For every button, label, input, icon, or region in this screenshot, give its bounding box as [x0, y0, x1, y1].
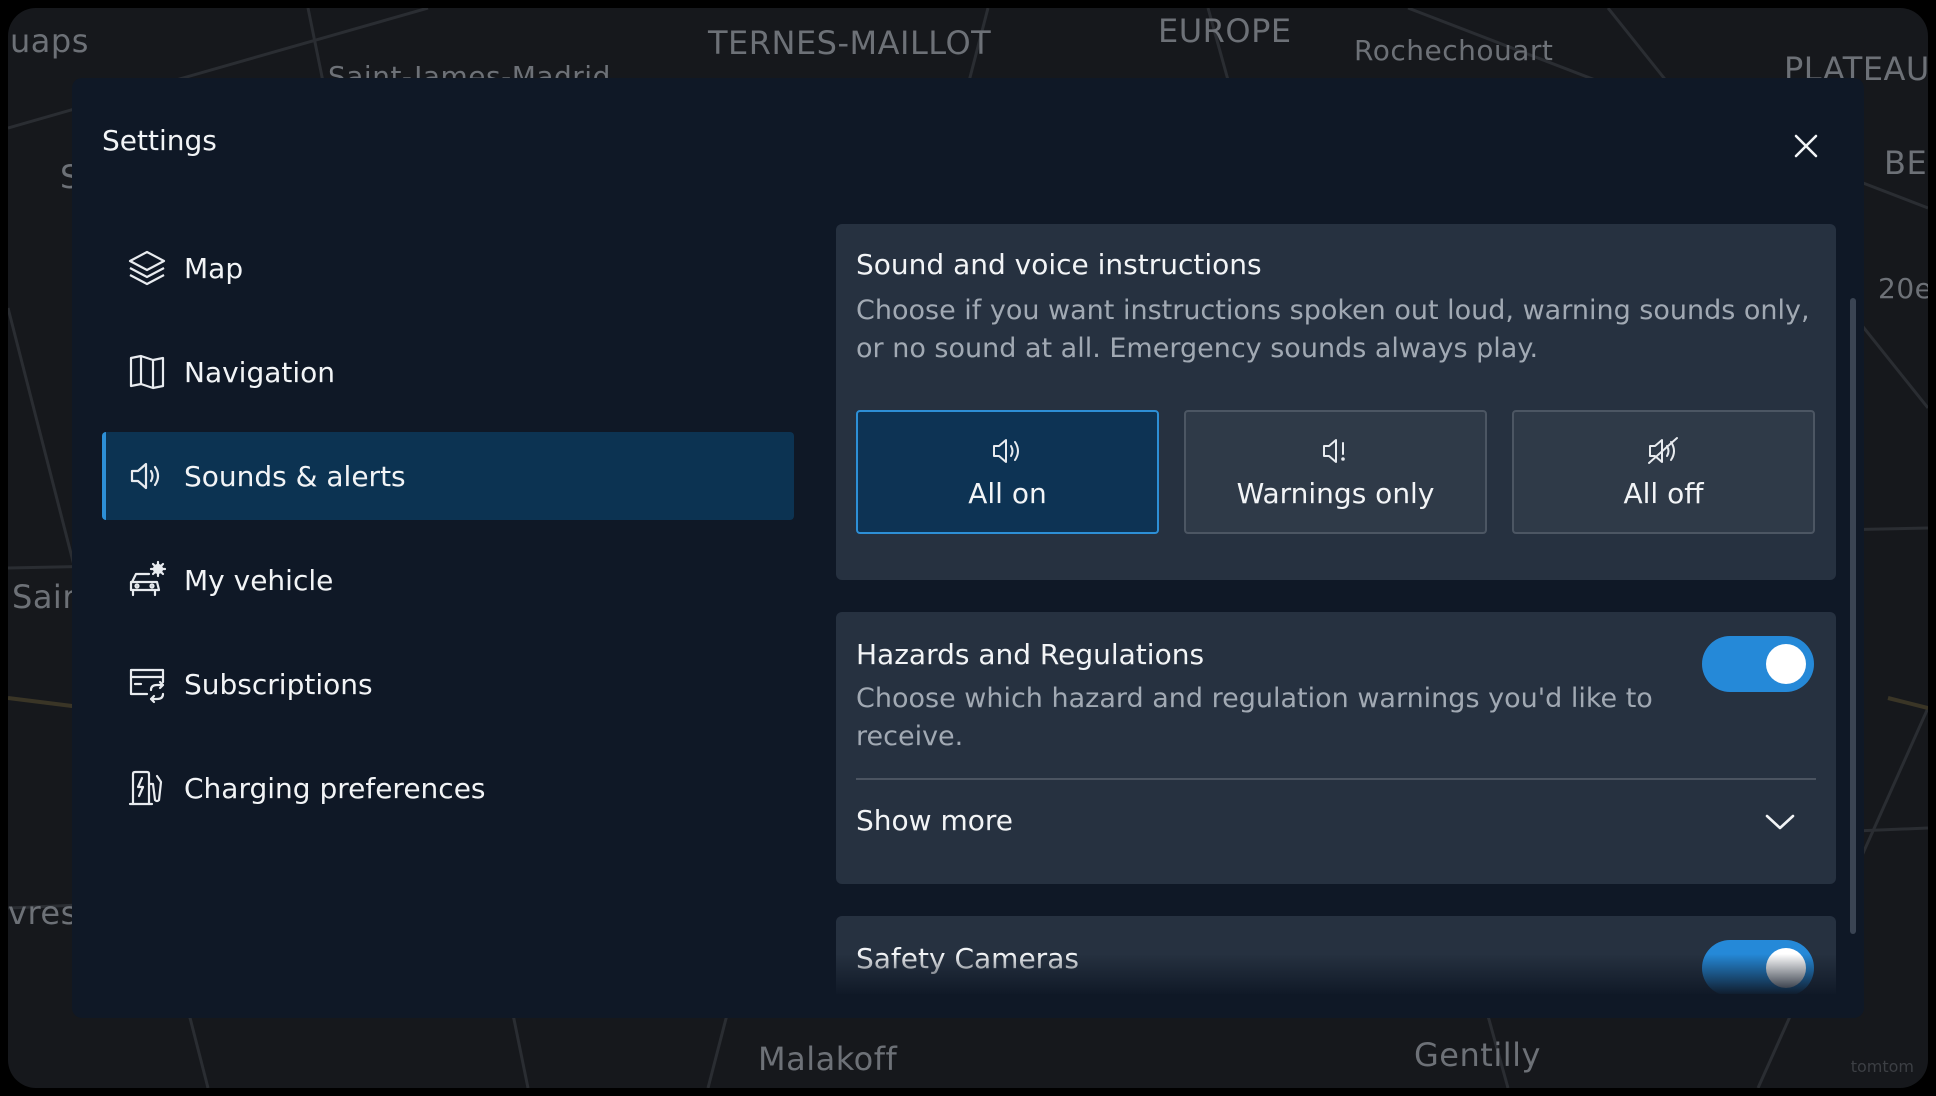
- divider: [856, 778, 1816, 780]
- option-label: All on: [968, 476, 1047, 510]
- map-watermark: tomtom: [1850, 1057, 1914, 1076]
- map-label: Malakoff: [758, 1040, 898, 1078]
- speaker-warning-icon: [1322, 438, 1345, 463]
- map-label: BEI: [1884, 144, 1928, 182]
- option-label: All off: [1623, 476, 1704, 510]
- settings-sidebar: Map Navigation Sounds & alerts My vehicl…: [102, 224, 794, 848]
- sound-voice-card: Sound and voice instructions Choose if y…: [836, 224, 1836, 580]
- settings-content: Sound and voice instructions Choose if y…: [836, 224, 1836, 994]
- sidebar-item-my-vehicle[interactable]: My vehicle: [102, 536, 794, 624]
- sidebar-item-label: Sounds & alerts: [184, 459, 406, 493]
- sidebar-item-navigation[interactable]: Navigation: [102, 328, 794, 416]
- map-folded-icon: [126, 351, 168, 393]
- option-warnings-only[interactable]: Warnings only: [1184, 410, 1487, 534]
- sidebar-item-map[interactable]: Map: [102, 224, 794, 312]
- option-all-off[interactable]: All off: [1512, 410, 1815, 534]
- card-refresh-icon: [126, 663, 168, 705]
- map-label: TERNES-MAILLOT: [708, 24, 992, 62]
- speaker-icon: [126, 455, 168, 497]
- chevron-down-icon: [1765, 814, 1795, 830]
- sound-voice-title: Sound and voice instructions: [856, 248, 1262, 281]
- hazards-title: Hazards and Regulations: [856, 638, 1205, 671]
- speaker-on-icon: [992, 438, 1019, 463]
- sidebar-item-label: Map: [184, 251, 244, 285]
- hazards-toggle[interactable]: [1702, 636, 1814, 692]
- vehicle-gear-icon: [126, 559, 168, 601]
- map-label: Sair: [12, 578, 76, 616]
- sidebar-item-label: Navigation: [184, 355, 336, 389]
- sound-voice-description: Choose if you want instructions spoken o…: [856, 295, 1810, 364]
- expand-chevron[interactable]: [1764, 812, 1796, 836]
- toggle-knob: [1766, 644, 1806, 684]
- sidebar-item-charging-preferences[interactable]: Charging preferences: [102, 744, 794, 832]
- map-label: 20e: [1878, 272, 1928, 305]
- settings-modal: Settings Map Navigation Sounds & alerts …: [72, 78, 1864, 1018]
- content-scrollbar[interactable]: [1850, 298, 1856, 934]
- settings-title: Settings: [102, 124, 217, 157]
- close-icon: [1794, 134, 1818, 158]
- close-button[interactable]: [1784, 124, 1828, 168]
- sidebar-item-label: Charging preferences: [184, 771, 486, 805]
- map-label: uaps: [10, 22, 89, 60]
- sidebar-item-label: Subscriptions: [184, 667, 373, 701]
- map-label: EUROPE: [1158, 12, 1292, 50]
- sidebar-item-sounds-alerts[interactable]: Sounds & alerts: [102, 432, 794, 520]
- charging-station-icon: [126, 767, 168, 809]
- scroll-fade: [836, 954, 1836, 994]
- option-label: Warnings only: [1236, 476, 1435, 510]
- speaker-muted-icon: [1647, 436, 1678, 464]
- map-label: vres: [8, 894, 78, 932]
- layers-icon: [126, 247, 168, 289]
- option-all-on[interactable]: All on: [856, 410, 1159, 534]
- hazards-description: Choose which hazard and regulation warni…: [856, 683, 1653, 752]
- map-label: Rochechouart: [1354, 34, 1554, 67]
- sidebar-item-subscriptions[interactable]: Subscriptions: [102, 640, 794, 728]
- map-label: Gentilly: [1414, 1036, 1541, 1074]
- show-more-button[interactable]: Show more: [856, 804, 1013, 837]
- hazards-card: Hazards and Regulations Choose which haz…: [836, 612, 1836, 884]
- sidebar-item-label: My vehicle: [184, 563, 334, 597]
